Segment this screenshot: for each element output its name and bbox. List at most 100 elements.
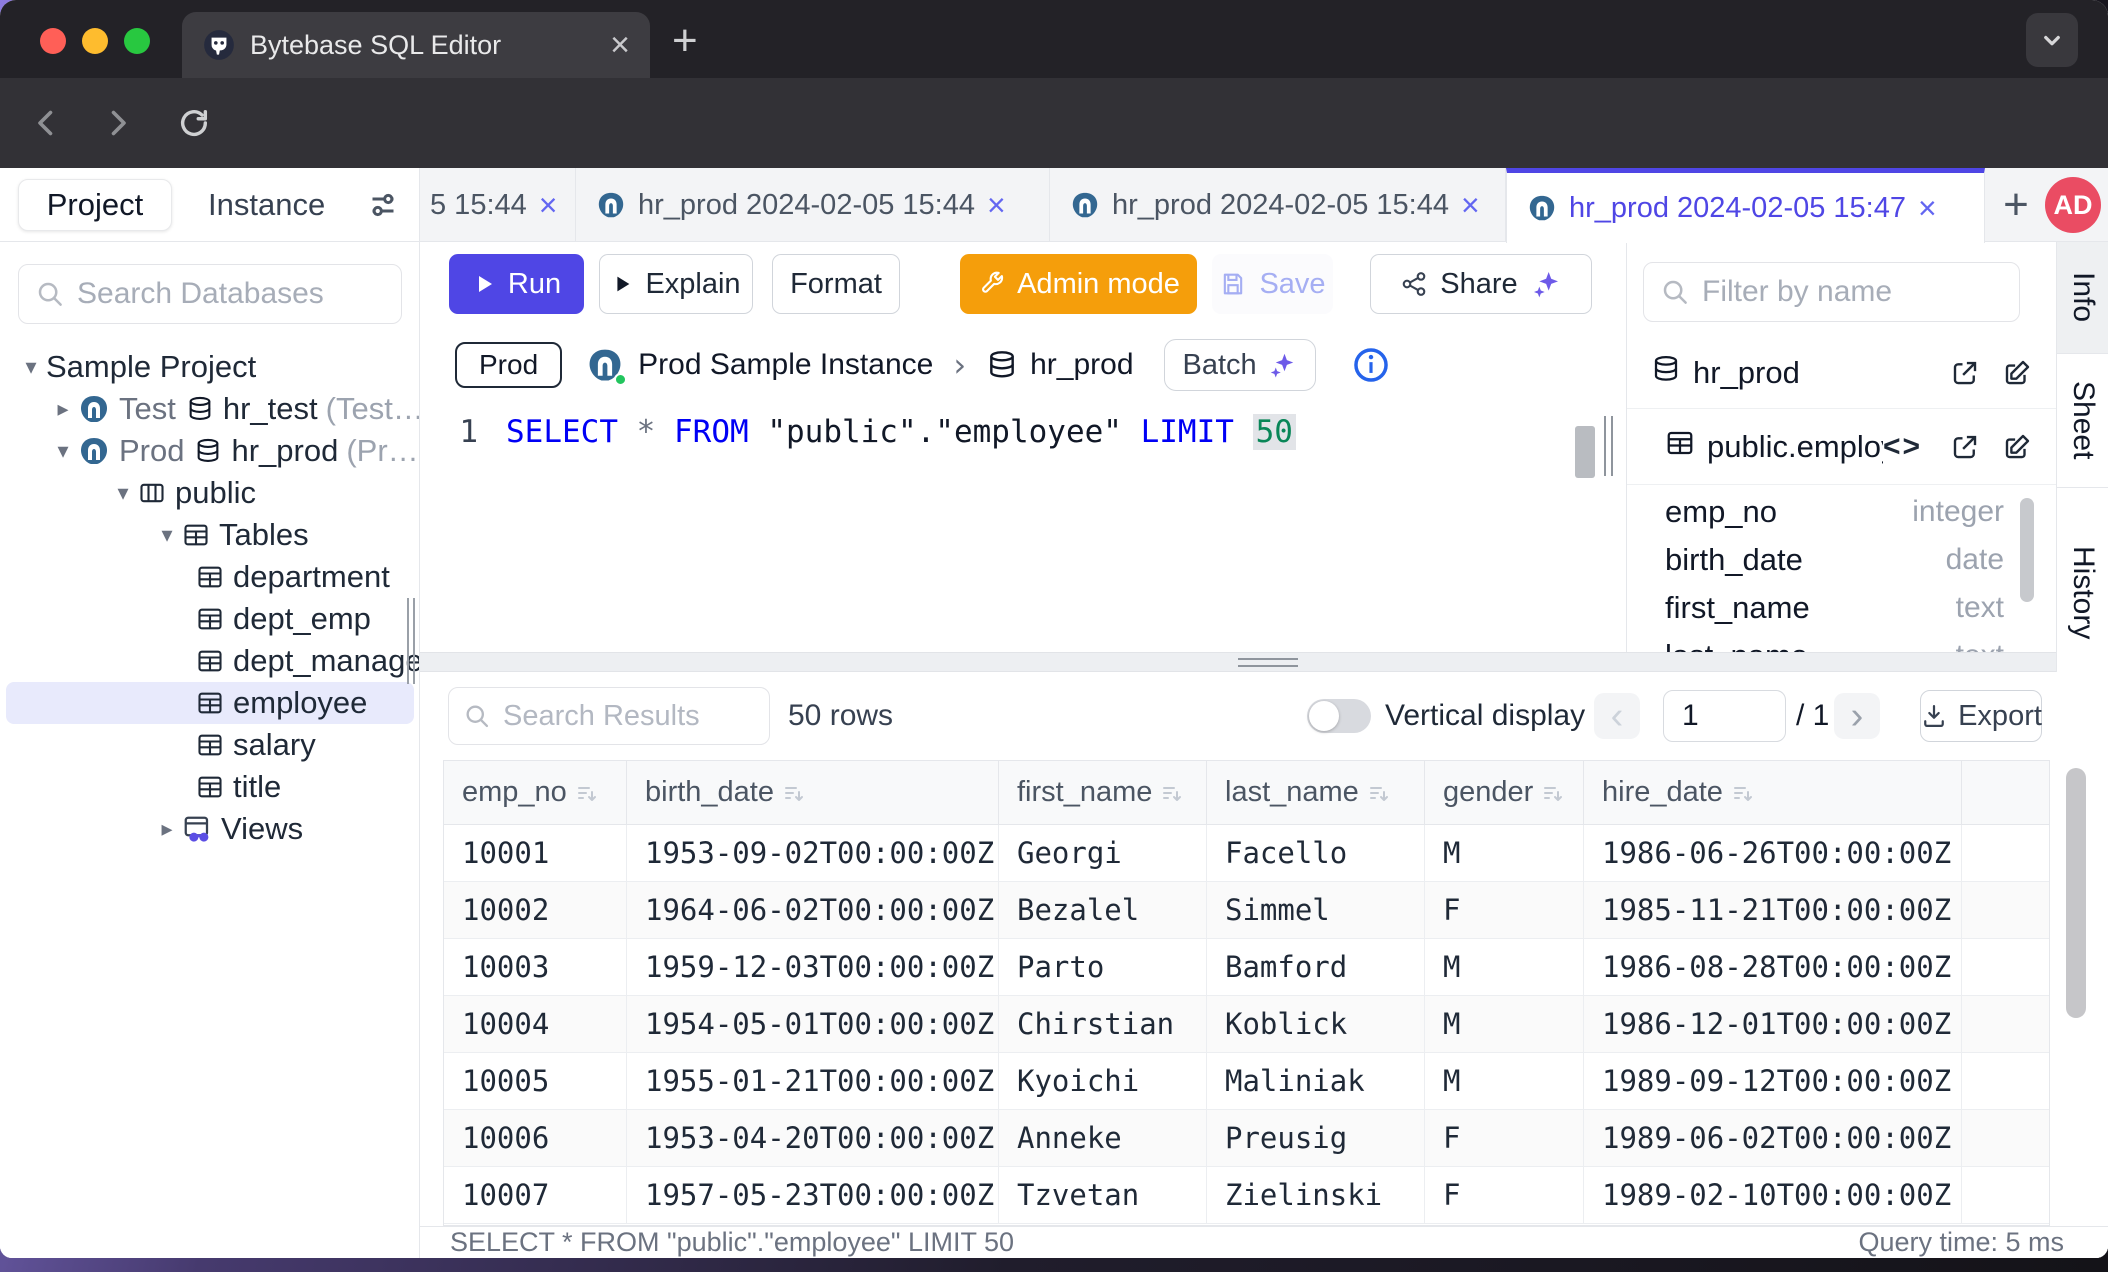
sort-icon[interactable] — [1541, 781, 1565, 805]
column-row[interactable]: birth_datedate — [1627, 536, 2056, 584]
caret-down-icon[interactable]: ▾ — [108, 481, 138, 506]
results-scrollbar[interactable] — [2066, 768, 2086, 1018]
schema-db-row[interactable]: hr_prod — [1627, 346, 2056, 400]
table-row[interactable]: 10001 1953-09-02T00:00:00Z Georgi Facell… — [444, 825, 2049, 882]
sort-icon[interactable] — [1367, 781, 1391, 805]
browser-new-tab-button[interactable]: + — [672, 16, 698, 66]
schema-filter[interactable] — [1643, 262, 2020, 322]
column-row[interactable]: first_nametext — [1627, 584, 2056, 632]
database-search[interactable] — [18, 264, 402, 324]
editor-scrollbar[interactable] — [1575, 426, 1595, 478]
caret-down-icon[interactable]: ▾ — [48, 439, 78, 464]
save-button[interactable]: Save — [1212, 254, 1333, 314]
close-icon[interactable]: × — [1461, 187, 1480, 224]
explain-button[interactable]: Explain — [599, 254, 753, 314]
external-link-icon[interactable] — [1950, 432, 1980, 462]
editor-tab[interactable]: hr_prod 2024-02-05 15:44 × — [576, 168, 1050, 242]
column-row[interactable]: last_nametext — [1627, 632, 2056, 652]
format-button[interactable]: Format — [772, 254, 900, 314]
tree-item-views[interactable]: ▸ Views — [0, 808, 420, 850]
sort-icon[interactable] — [1731, 781, 1755, 805]
tab-info[interactable]: Info — [2057, 242, 2108, 354]
close-icon[interactable]: × — [987, 187, 1006, 224]
table-row[interactable]: 10007 1957-05-23T00:00:00Z Tzvetan Zieli… — [444, 1167, 2049, 1224]
caret-right-icon[interactable]: ▸ — [152, 817, 182, 842]
tree-item-db-test[interactable]: ▸ Test hr_test (Test… — [0, 388, 420, 430]
column-header[interactable]: first_name — [999, 761, 1207, 824]
forward-button[interactable] — [96, 101, 140, 145]
results-resize-handle[interactable] — [420, 652, 2056, 672]
sort-icon[interactable] — [575, 781, 599, 805]
tab-instance[interactable]: Instance — [208, 168, 325, 242]
traffic-light-minimize[interactable] — [82, 28, 108, 54]
run-button[interactable]: Run — [449, 254, 584, 314]
database-name[interactable]: hr_prod — [1030, 348, 1133, 382]
page-number-input[interactable] — [1663, 690, 1786, 742]
column-header[interactable]: birth_date — [627, 761, 999, 824]
export-button[interactable]: Export — [1920, 690, 2042, 742]
close-icon[interactable]: × — [1918, 190, 1937, 227]
column-header[interactable]: last_name — [1207, 761, 1425, 824]
editor-tab[interactable]: 5 15:44 × — [420, 168, 576, 242]
back-button[interactable] — [24, 101, 68, 145]
prev-page-button[interactable]: ‹ — [1594, 693, 1640, 739]
browser-tab-close-icon[interactable]: × — [610, 28, 630, 62]
column-list-scrollbar[interactable] — [2020, 498, 2034, 602]
sql-editor[interactable]: 1 SELECT * FROM "public"."employee" LIMI… — [420, 400, 1626, 652]
tab-search-button[interactable] — [2026, 13, 2078, 67]
reload-button[interactable] — [172, 101, 216, 145]
external-link-icon[interactable] — [1950, 358, 1980, 388]
tree-item-table-selected[interactable]: employee — [6, 682, 414, 724]
search-results-input[interactable] — [503, 700, 755, 733]
editor-tab[interactable]: hr_prod 2024-02-05 15:44 × — [1050, 168, 1506, 242]
traffic-light-zoom[interactable] — [124, 28, 150, 54]
edit-icon[interactable] — [2002, 358, 2032, 388]
table-row[interactable]: 10005 1955-01-21T00:00:00Z Kyoichi Malin… — [444, 1053, 2049, 1110]
edit-icon[interactable] — [2002, 432, 2032, 462]
admin-mode-button[interactable]: Admin mode — [960, 254, 1197, 314]
tab-project[interactable]: Project — [18, 179, 172, 231]
browser-tab[interactable]: Bytebase SQL Editor × — [182, 12, 650, 78]
next-page-button[interactable]: › — [1834, 693, 1880, 739]
table-row[interactable]: 10002 1964-06-02T00:00:00Z Bezalel Simme… — [444, 882, 2049, 939]
tree-item-table[interactable]: dept_emp — [0, 598, 420, 640]
filter-by-name-input[interactable] — [1702, 275, 2003, 309]
column-header[interactable]: emp_no — [444, 761, 627, 824]
table-row[interactable]: 10006 1953-04-20T00:00:00Z Anneke Preusi… — [444, 1110, 2049, 1167]
tree-item-db-prod[interactable]: ▾ Prod hr_prod (Pr… — [0, 430, 420, 472]
tree-item-schema-public[interactable]: ▾ public — [0, 472, 420, 514]
info-icon[interactable] — [1352, 346, 1390, 384]
table-row[interactable]: 10004 1954-05-01T00:00:00Z Chirstian Kob… — [444, 996, 2049, 1053]
batch-button[interactable]: Batch — [1164, 339, 1316, 391]
caret-down-icon[interactable]: ▾ — [152, 523, 182, 548]
column-header[interactable]: hire_date — [1584, 761, 1962, 824]
table-row[interactable]: 10003 1959-12-03T00:00:00Z Parto Bamford… — [444, 939, 2049, 996]
tree-item-project[interactable]: ▾ Sample Project — [0, 346, 420, 388]
caret-right-icon[interactable]: ▸ — [48, 397, 78, 422]
code-icon[interactable]: <> — [1883, 430, 1922, 464]
vertical-display-toggle[interactable] — [1307, 699, 1371, 733]
panel-resize-handle[interactable] — [1604, 416, 1613, 476]
tree-item-table[interactable]: salary — [0, 724, 420, 766]
new-sheet-button[interactable]: + — [1993, 168, 2039, 242]
tree-item-tables[interactable]: ▾ Tables — [0, 514, 420, 556]
column-header[interactable]: gender — [1425, 761, 1584, 824]
results-search[interactable] — [448, 687, 770, 745]
filter-settings-icon[interactable] — [365, 187, 401, 228]
sort-icon[interactable] — [782, 781, 806, 805]
tab-history[interactable]: History — [2057, 488, 2108, 698]
editor-tab-active[interactable]: hr_prod 2024-02-05 15:47 × — [1506, 168, 1985, 243]
sidebar-resize-handle[interactable] — [407, 598, 417, 684]
tree-item-table[interactable]: title — [0, 766, 420, 808]
search-databases-input[interactable] — [77, 277, 385, 311]
sort-icon[interactable] — [1160, 781, 1184, 805]
tab-sheet[interactable]: Sheet — [2057, 354, 2108, 488]
tree-item-table[interactable]: dept_manager — [0, 640, 420, 682]
share-button[interactable]: Share — [1370, 254, 1592, 314]
traffic-light-close[interactable] — [40, 28, 66, 54]
schema-table-row[interactable]: public.employee <> — [1627, 420, 2056, 474]
ai-sparkle-icon[interactable] — [1530, 268, 1562, 300]
caret-down-icon[interactable]: ▾ — [16, 355, 46, 380]
instance-name[interactable]: Prod Sample Instance — [638, 348, 933, 382]
avatar[interactable]: AD — [2045, 177, 2101, 233]
